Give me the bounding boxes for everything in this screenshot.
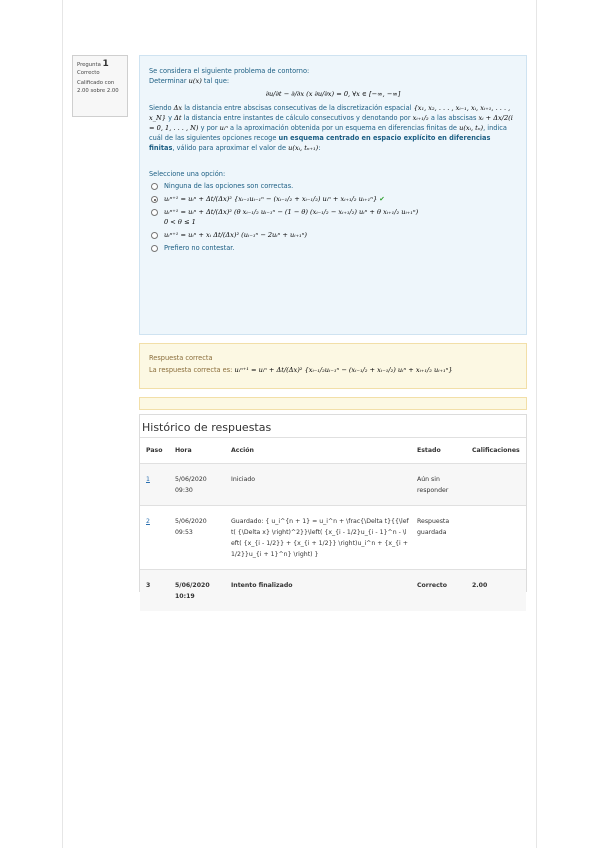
row-step: 3	[140, 569, 169, 611]
col-header: Acción	[225, 437, 411, 464]
row-grade	[466, 463, 526, 506]
row-action: Intento finalizado	[225, 569, 411, 611]
step-link[interactable]: 2	[146, 518, 150, 525]
row-state: Correcto	[411, 569, 466, 611]
history-row: 3 5/06/2020 10:19 Intento finalizado Cor…	[140, 569, 526, 611]
row-time: 5/06/2020 09:30	[169, 463, 225, 506]
row-action: Guardado: { u_i^{n + 1} = u_i^n + \frac{…	[225, 505, 411, 570]
history-row: 1 5/06/2020 09:30 Iniciado Aún sin respo…	[140, 463, 526, 506]
option-text: uᵢⁿ⁺¹ = uᵢⁿ + Δt/(Δx)² {xᵢ₋₁uᵢ₋₁ⁿ − (xᵢ₋…	[164, 195, 378, 203]
option-text: Ninguna de las opciones son correctas.	[164, 182, 294, 190]
page-left-border	[62, 0, 63, 848]
col-header: Paso	[140, 437, 169, 464]
history-header-row: Paso Hora Acción Estado Calificaciones	[140, 437, 526, 464]
question-number: 1	[102, 59, 109, 69]
row-state: Aún sin responder	[411, 463, 466, 506]
option-3[interactable]: uᵢⁿ⁺¹ = uᵢⁿ + xᵢ Δt/(Δx)² (uᵢ₋₁ⁿ − 2uᵢⁿ …	[149, 230, 517, 240]
question-label: Pregunta	[77, 62, 101, 68]
determine-label: Determinar	[149, 77, 187, 85]
question-state: Correcto	[77, 70, 100, 76]
question-content: Se considera el siguiente problema de co…	[139, 55, 527, 335]
feedback-title: Respuesta correcta	[149, 354, 213, 362]
problem-statement: Siendo Δx la distancia entre abscisas co…	[149, 104, 513, 152]
row-action: Iniciado	[225, 463, 411, 506]
option-2[interactable]: uᵢⁿ⁺¹ = uᵢⁿ + Δt/(Δx)² (θ xᵢ₋₁/₂ uᵢ₋₁ⁿ −…	[149, 207, 517, 227]
row-grade	[466, 505, 526, 570]
radio-button-selected[interactable]	[151, 196, 158, 203]
option-0[interactable]: Ninguna de las opciones son correctas.	[149, 181, 517, 191]
option-condition: 0 < θ ≤ 1	[164, 218, 196, 226]
col-header: Estado	[411, 437, 466, 464]
determine-function: u(x)	[188, 77, 202, 85]
question-info-panel: Pregunta 1 Correcto Calificado con 2.00 …	[72, 55, 128, 117]
question-intro: Se considera el siguiente problema de co…	[149, 67, 310, 75]
row-state: Respuesta guardada	[411, 505, 466, 570]
empty-general-feedback	[139, 397, 527, 410]
correct-check-icon: ✔	[379, 195, 385, 203]
question-grade: Calificado con 2.00 sobre 2.00	[77, 80, 119, 94]
row-time: 5/06/2020 10:19	[169, 569, 225, 611]
col-header: Calificaciones	[466, 437, 526, 464]
determine-tail: tal que:	[203, 77, 230, 85]
radio-button[interactable]	[151, 245, 158, 252]
options-list: Ninguna de las opciones son correctas. u…	[149, 181, 517, 253]
option-text: uᵢⁿ⁺¹ = uᵢⁿ + xᵢ Δt/(Δx)² (uᵢ₋₁ⁿ − 2uᵢⁿ …	[164, 231, 307, 239]
select-prompt: Seleccione una opción:	[149, 170, 226, 178]
history-table: Paso Hora Acción Estado Calificaciones 1…	[140, 437, 526, 611]
radio-button[interactable]	[151, 209, 158, 216]
row-grade: 2.00	[466, 569, 526, 611]
col-header: Hora	[169, 437, 225, 464]
row-time: 5/06/2020 09:53	[169, 505, 225, 570]
radio-button[interactable]	[151, 183, 158, 190]
radio-button[interactable]	[151, 232, 158, 239]
option-4[interactable]: Prefiero no contestar.	[149, 243, 517, 253]
page-right-border	[536, 0, 537, 848]
option-text: uᵢⁿ⁺¹ = uᵢⁿ + Δt/(Δx)² (θ xᵢ₋₁/₂ uᵢ₋₁ⁿ −…	[164, 208, 419, 216]
option-text: Prefiero no contestar.	[164, 244, 235, 252]
history-title: Histórico de respuestas	[142, 421, 272, 434]
feedback-box: Respuesta correcta La respuesta correcta…	[139, 343, 527, 389]
step-link[interactable]: 1	[146, 476, 150, 483]
history-row: 2 5/06/2020 09:53 Guardado: { u_i^{n + 1…	[140, 505, 526, 570]
pde-equation: ∂u/∂t − ∂/∂x (x ∂u/∂x) = 0, ∀x ∈ [−∞, −∞…	[265, 90, 401, 98]
feedback-lead: La respuesta correcta es:	[149, 366, 233, 374]
response-history: Histórico de respuestas Paso Hora Acción…	[139, 414, 527, 611]
correct-answer: uᵢⁿ⁺¹ = uᵢⁿ + Δt/(Δx)² {xᵢ₋₁/₂uᵢ₋₁ⁿ − (x…	[234, 366, 453, 374]
option-1[interactable]: uᵢⁿ⁺¹ = uᵢⁿ + Δt/(Δx)² {xᵢ₋₁uᵢ₋₁ⁿ − (xᵢ₋…	[149, 194, 517, 204]
